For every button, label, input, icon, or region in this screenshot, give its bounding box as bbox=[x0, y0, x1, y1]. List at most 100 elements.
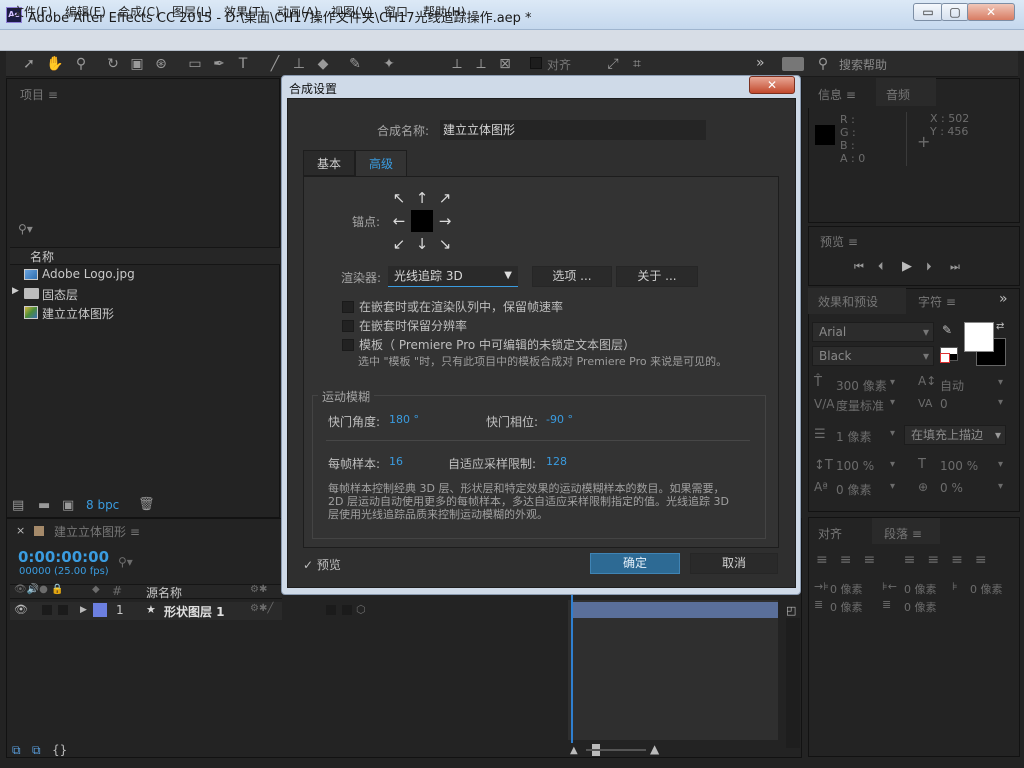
leading-dropdown-icon[interactable]: ▾ bbox=[998, 377, 1003, 388]
no-color-swatch[interactable] bbox=[940, 353, 950, 363]
timecode-display[interactable]: 0:00:00:00 bbox=[18, 548, 109, 566]
vertical-scale-value[interactable]: 100 % bbox=[836, 459, 874, 473]
ok-button[interactable]: 确定 bbox=[590, 553, 680, 574]
tab-basic[interactable]: 基本 bbox=[303, 150, 355, 176]
anchor-bottom-left-arrow-icon[interactable]: ↙ bbox=[388, 233, 410, 255]
panel-menu-icon[interactable]: ≡ bbox=[48, 88, 58, 102]
next-frame-icon[interactable]: ⏵ bbox=[926, 260, 932, 274]
anchor-top-arrow-icon[interactable]: ↑ bbox=[411, 187, 433, 209]
zoom-in-icon[interactable]: ▲ bbox=[650, 742, 659, 756]
timeline-tab[interactable]: 建立立体图形 ≡ bbox=[54, 523, 140, 540]
rectangle-icon[interactable]: ▭ bbox=[186, 55, 204, 73]
font-size-dropdown-icon[interactable]: ▾ bbox=[890, 377, 895, 388]
layer-color-label[interactable] bbox=[93, 603, 107, 617]
workspace-icon[interactable] bbox=[782, 57, 804, 71]
kerning-value[interactable]: 度量标准 bbox=[836, 397, 884, 414]
vertical-scale-dropdown-icon[interactable]: ▾ bbox=[890, 459, 895, 470]
dialog-close-button[interactable]: ✕ bbox=[749, 76, 795, 94]
axis-view-icon[interactable]: ⊠ bbox=[496, 55, 514, 73]
renderer-options-button[interactable]: 选项 ... bbox=[532, 266, 612, 287]
expand-modes-icon[interactable]: {} bbox=[52, 743, 67, 757]
baseline-shift-dropdown-icon[interactable]: ▾ bbox=[890, 481, 895, 492]
checkbox-box[interactable] bbox=[342, 320, 354, 332]
rotate-icon[interactable]: ↻ bbox=[104, 55, 122, 73]
panel-menu-icon[interactable]: ≡ bbox=[130, 525, 140, 539]
snap-checkbox[interactable] bbox=[530, 57, 542, 69]
anchor-bottom-arrow-icon[interactable]: ↓ bbox=[411, 233, 433, 255]
tracking-dropdown-icon[interactable]: ▾ bbox=[998, 397, 1003, 408]
font-family-select[interactable]: Arial ▾ bbox=[812, 322, 934, 342]
layer-duration-bar[interactable] bbox=[572, 602, 778, 618]
tracking-value[interactable]: 0 bbox=[940, 397, 948, 411]
play-icon[interactable]: ▶ bbox=[902, 259, 912, 274]
horizontal-scale-value[interactable]: 100 % bbox=[940, 459, 978, 473]
layer-switches[interactable]: ⚙✱╱ bbox=[250, 603, 273, 614]
eyedropper-icon[interactable]: ✎ bbox=[942, 323, 952, 337]
motion-blur-switch[interactable] bbox=[326, 605, 336, 615]
first-frame-icon[interactable]: ⏮ bbox=[854, 260, 864, 274]
effects-presets-tab[interactable]: 效果和预设 bbox=[818, 293, 878, 310]
maximize-button[interactable]: ▢ bbox=[941, 3, 969, 21]
anchor-bottom-right-arrow-icon[interactable]: ↘ bbox=[434, 233, 456, 255]
prev-frame-icon[interactable]: ⏴ bbox=[878, 260, 884, 274]
eraser-icon[interactable]: ◆ bbox=[314, 55, 332, 73]
anchor-top-left-arrow-icon[interactable]: ↖ bbox=[388, 187, 410, 209]
renderer-select[interactable]: 光线追踪 3D ▼ bbox=[388, 266, 518, 287]
menu-composition[interactable]: 合成(C) bbox=[118, 3, 160, 20]
menu-layer[interactable]: 图层(L) bbox=[172, 3, 212, 20]
layer-name[interactable]: 形状图层 1 bbox=[164, 603, 225, 620]
type-icon[interactable]: T bbox=[234, 55, 252, 73]
indent-first-value[interactable]: 0 像素 bbox=[970, 581, 1003, 597]
source-name-header[interactable]: 源名称 bbox=[146, 584, 182, 601]
samples-value[interactable]: 16 bbox=[389, 455, 403, 468]
kerning-dropdown-icon[interactable]: ▾ bbox=[890, 397, 895, 408]
font-style-select[interactable]: Black ▾ bbox=[812, 346, 934, 366]
font-size-value[interactable]: 300 像素 bbox=[836, 377, 887, 394]
solo-toggle[interactable] bbox=[42, 605, 52, 615]
brush-icon[interactable]: ╱ bbox=[266, 55, 284, 73]
axis-world-icon[interactable]: ⟂ bbox=[472, 55, 490, 73]
shutter-phase-value[interactable]: -90 ° bbox=[546, 413, 573, 426]
hand-icon[interactable]: ✋ bbox=[46, 55, 64, 73]
search-help-input[interactable]: 搜索帮助 bbox=[839, 56, 887, 73]
checkbox-box[interactable] bbox=[342, 301, 354, 313]
project-tab[interactable]: 项目 ≡ bbox=[20, 86, 58, 103]
anchor-center[interactable] bbox=[411, 210, 433, 232]
comp-name-input[interactable]: 建立立体图形 bbox=[440, 120, 706, 140]
renderer-about-button[interactable]: 关于 ... bbox=[616, 266, 698, 287]
menu-edit[interactable]: 编辑(E) bbox=[65, 3, 106, 20]
zoom-icon[interactable]: ⚲ bbox=[72, 55, 90, 73]
preview-checkbox[interactable]: ✓ 预览 bbox=[303, 556, 341, 573]
baseline-shift-value[interactable]: 0 像素 bbox=[836, 481, 871, 498]
tsume-dropdown-icon[interactable]: ▾ bbox=[998, 481, 1003, 492]
list-item[interactable]: ▶ 固态层 bbox=[12, 285, 280, 304]
camera-icon[interactable]: ▣ bbox=[128, 55, 146, 73]
bpc-toggle[interactable]: 8 bpc bbox=[86, 498, 119, 512]
puppet-pin-icon[interactable]: ✦ bbox=[380, 55, 398, 73]
preserve-frame-rate-checkbox[interactable]: 在嵌套时或在渲染队列中，保留帧速率 bbox=[342, 298, 563, 314]
close-button[interactable]: ✕ bbox=[967, 3, 1015, 21]
pan-behind-icon[interactable]: ⊛ bbox=[152, 55, 170, 73]
panel-menu-icon[interactable]: ≡ bbox=[846, 88, 856, 102]
cancel-button[interactable]: 取消 bbox=[690, 553, 778, 574]
tab-advanced[interactable]: 高级 bbox=[355, 150, 407, 176]
paragraph-align-buttons[interactable]: ≡≡≡ ≡≡≡≡ bbox=[816, 552, 999, 568]
template-checkbox[interactable]: 模板（ Premiere Pro 中可编辑的未锁定文本图层） bbox=[342, 336, 635, 352]
space-before-value[interactable]: 0 像素 bbox=[830, 599, 863, 615]
snap-grid-icon[interactable]: ⌗ bbox=[628, 55, 646, 73]
swap-colors-icon[interactable]: ⇄ bbox=[996, 321, 1004, 332]
indent-right-value[interactable]: 0 像素 bbox=[904, 581, 937, 597]
anchor-left-arrow-icon[interactable]: ← bbox=[388, 210, 410, 232]
indent-left-value[interactable]: 0 像素 bbox=[830, 581, 863, 597]
interpret-footage-icon[interactable]: ▤ bbox=[12, 498, 24, 513]
minimize-button[interactable]: ▭ bbox=[913, 3, 943, 21]
roto-brush-icon[interactable]: ✎ bbox=[346, 55, 364, 73]
last-frame-icon[interactable]: ⏭ bbox=[950, 260, 960, 274]
snap-edge-icon[interactable]: ⤢ bbox=[604, 55, 622, 73]
comp-navigator-icon[interactable]: ◰ bbox=[786, 604, 796, 617]
horizontal-scale-dropdown-icon[interactable]: ▾ bbox=[998, 459, 1003, 470]
anchor-right-arrow-icon[interactable]: → bbox=[434, 210, 456, 232]
new-folder-icon[interactable]: ▬ bbox=[38, 498, 50, 513]
expand-arrow-icon[interactable]: ▶ bbox=[80, 605, 87, 615]
stroke-width-value[interactable]: 1 像素 bbox=[836, 428, 871, 445]
